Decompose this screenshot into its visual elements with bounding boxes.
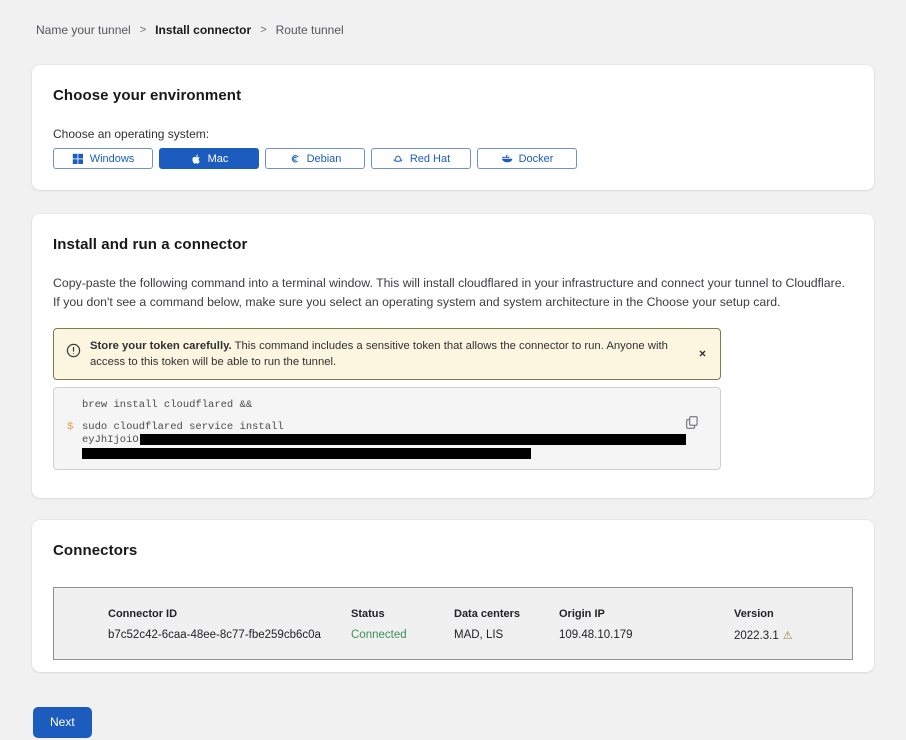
redhat-icon (392, 153, 404, 165)
alert-circle-icon (66, 343, 81, 358)
install-card-title: Install and run a connector (53, 236, 853, 253)
col-header-status: Status (351, 608, 454, 620)
environment-card-title: Choose your environment (53, 87, 853, 104)
os-button-label: Mac (208, 153, 229, 165)
debian-icon (289, 153, 301, 165)
connectors-table: Connector ID Status Data centers Origin … (53, 587, 853, 660)
version-value: 2022.3.1 ⚠ (734, 629, 852, 642)
windows-icon (72, 153, 84, 165)
docker-icon (501, 153, 513, 165)
install-description: Copy-paste the following command into a … (53, 274, 853, 312)
version-number: 2022.3.1 (734, 630, 779, 642)
os-button-mac[interactable]: Mac (159, 148, 259, 169)
token-prefix: eyJhIjoiO (82, 434, 139, 446)
status-badge: Connected (351, 629, 454, 642)
token-redaction-bar (82, 448, 531, 459)
choose-environment-card: Choose your environment Choose an operat… (32, 65, 874, 190)
command-line-2-text: sudo cloudflared service install (82, 421, 284, 433)
os-button-debian[interactable]: Debian (265, 148, 365, 169)
os-button-group: Windows Mac Debian Red Hat (53, 148, 853, 169)
table-row: b7c52c42-6caa-48ee-8c77-fbe259cb6c0a Con… (54, 629, 852, 642)
os-button-label: Windows (90, 153, 135, 165)
breadcrumb-step-install-connector[interactable]: Install connector (155, 23, 251, 37)
command-token-line: eyJhIjoiO (54, 434, 720, 447)
connectors-card-title: Connectors (53, 542, 853, 559)
command-line-2: $ sudo cloudflared service install (54, 421, 720, 434)
os-button-label: Red Hat (410, 153, 450, 165)
warning-triangle-icon: ⚠ (783, 630, 793, 642)
close-icon[interactable]: × (695, 344, 710, 364)
breadcrumb-separator: > (260, 24, 266, 36)
col-header-origin-ip: Origin IP (559, 608, 734, 620)
col-header-connector-id: Connector ID (108, 608, 351, 620)
connectors-table-header-row: Connector ID Status Data centers Origin … (54, 608, 852, 620)
breadcrumb-step-route-tunnel[interactable]: Route tunnel (276, 23, 344, 37)
next-button[interactable]: Next (33, 707, 92, 738)
shell-prompt: $ (67, 421, 73, 434)
install-command-codeblock: brew install cloudflared && $ sudo cloudf… (53, 387, 721, 470)
col-header-data-centers: Data centers (454, 608, 559, 620)
connectors-card: Connectors Connector ID Status Data cent… (32, 520, 874, 672)
page: Name your tunnel > Install connector > R… (0, 0, 906, 738)
col-header-version: Version (734, 608, 852, 620)
connector-id-value: b7c52c42-6caa-48ee-8c77-fbe259cb6c0a (108, 629, 351, 642)
apple-icon (190, 153, 202, 165)
warning-title: Store your token carefully. (90, 340, 232, 352)
os-button-docker[interactable]: Docker (477, 148, 577, 169)
breadcrumb-separator: > (140, 24, 146, 36)
os-button-label: Debian (307, 153, 342, 165)
token-warning-banner: Store your token carefully. This command… (53, 328, 721, 380)
copy-icon[interactable] (684, 414, 700, 434)
os-select-label: Choose an operating system: (53, 127, 853, 141)
data-centers-value: MAD, LIS (454, 629, 559, 642)
origin-ip-value: 109.48.10.179 (559, 629, 734, 642)
install-connector-card: Install and run a connector Copy-paste t… (32, 214, 874, 498)
command-line-1: brew install cloudflared && (54, 399, 720, 412)
breadcrumb: Name your tunnel > Install connector > R… (36, 0, 874, 37)
warning-text: Store your token carefully. This command… (90, 338, 682, 370)
os-button-label: Docker (519, 153, 554, 165)
os-button-windows[interactable]: Windows (53, 148, 153, 169)
breadcrumb-step-name-your-tunnel[interactable]: Name your tunnel (36, 23, 131, 37)
os-button-redhat[interactable]: Red Hat (371, 148, 471, 169)
token-redaction-bar (140, 434, 686, 445)
